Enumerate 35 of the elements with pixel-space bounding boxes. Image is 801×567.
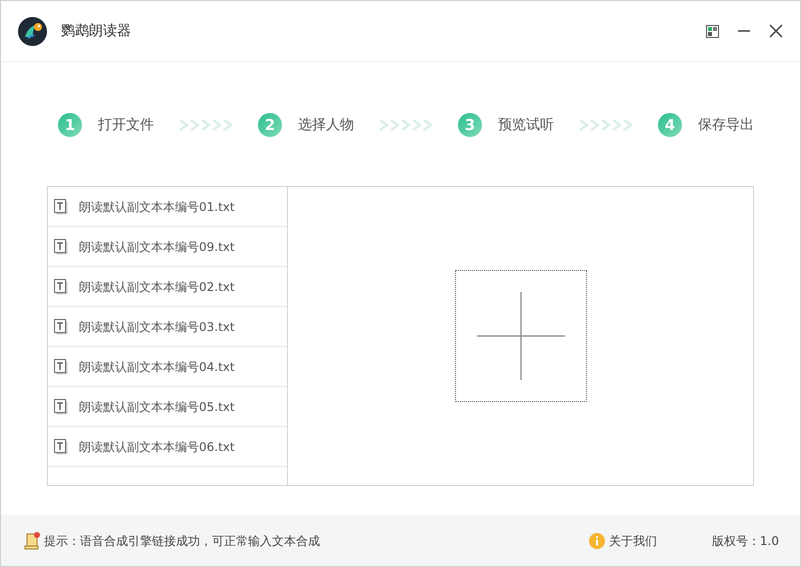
text-file-icon	[54, 198, 68, 214]
file-list-item[interactable]: 朗读默认副文本本编号03.txt	[48, 307, 287, 347]
step-label: 保存导出	[698, 116, 754, 134]
text-file-icon	[54, 438, 68, 454]
chevrons-icon	[378, 118, 434, 132]
chevrons-icon	[178, 118, 234, 132]
version-label: 版权号：1.0	[712, 532, 779, 550]
parrot-logo-icon	[18, 16, 47, 46]
about-us-link[interactable]: 关于我们	[608, 532, 657, 550]
step-number: 1	[58, 113, 82, 137]
file-list-item[interactable]: 朗读默认副文本本编号01.txt	[48, 187, 287, 227]
file-list-item[interactable]: 朗读默认副文本本编号02.txt	[48, 267, 287, 307]
step-label: 选择人物	[298, 116, 354, 134]
file-list-item[interactable]: 朗读默认副文本本编号04.txt	[48, 347, 287, 387]
scroll-notice-icon	[24, 532, 41, 550]
text-file-icon	[54, 318, 68, 334]
step-label: 预览试听	[498, 116, 554, 134]
step-number: 3	[458, 113, 482, 137]
close-icon[interactable]	[769, 24, 783, 38]
step-number: 4	[658, 113, 682, 137]
skin-icon[interactable]	[706, 24, 719, 38]
text-file-icon	[54, 278, 68, 294]
file-list-item[interactable]: 朗读默认副文本本编号09.txt	[48, 227, 287, 267]
window-title: 鹦鹉朗读器	[61, 22, 131, 40]
step-number: 2	[258, 113, 282, 137]
file-list-item[interactable]: 朗读默认副文本本编号06.txt	[48, 427, 287, 467]
text-file-icon	[54, 358, 68, 374]
text-file-icon	[54, 398, 68, 414]
chevrons-icon	[578, 118, 634, 132]
step-label: 打开文件	[98, 116, 154, 134]
status-hint: 提示：语音合成引擎链接成功，可正常输入文本合成	[44, 532, 320, 550]
add-file-dropzone[interactable]	[454, 270, 586, 402]
plus-icon	[476, 292, 564, 380]
text-file-icon	[54, 238, 68, 254]
file-list-item[interactable]: 朗读默认副文本本编号05.txt	[48, 387, 287, 427]
